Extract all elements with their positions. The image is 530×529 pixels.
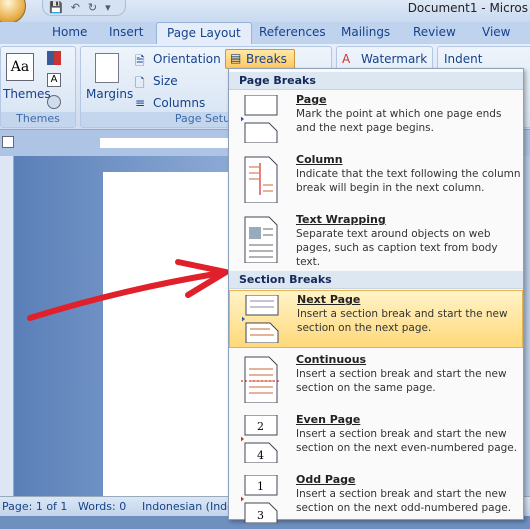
menu-item-column[interactable]: Column Indicate that the text following … [229,151,523,209]
word-count[interactable]: Words: 0 [78,500,126,513]
svg-text:4: 4 [257,449,264,462]
continuous-icon [241,356,279,403]
menu-item-text-wrapping[interactable]: Text Wrapping Separate text around objec… [229,211,523,269]
svg-text:2: 2 [257,420,264,433]
page-break-icon [241,95,278,143]
page-count[interactable]: Page: 1 of 1 [2,500,67,513]
language[interactable]: Indonesian (Indo [142,500,234,513]
menu-item-next-page[interactable]: Next Page Insert a section break and sta… [229,290,523,348]
next-page-icon [242,295,279,343]
breaks-menu: Page Breaks Page Mark the point at which… [228,68,524,523]
menu-item-page[interactable]: Page Mark the point at which one page en… [229,91,523,149]
svg-text:1: 1 [257,480,264,493]
menu-item-continuous[interactable]: Continuous Insert a section break and st… [229,351,523,409]
menu-item-odd-page[interactable]: 13 Odd Page Insert a section break and s… [229,471,523,529]
even-page-icon: 24 [241,415,278,463]
menu-item-even-page[interactable]: 24 Even Page Insert a section break and … [229,411,523,469]
column-break-icon [244,156,278,203]
section-breaks-header: Section Breaks [229,271,523,289]
page-breaks-header: Page Breaks [229,72,523,90]
text-wrapping-icon [244,216,278,263]
